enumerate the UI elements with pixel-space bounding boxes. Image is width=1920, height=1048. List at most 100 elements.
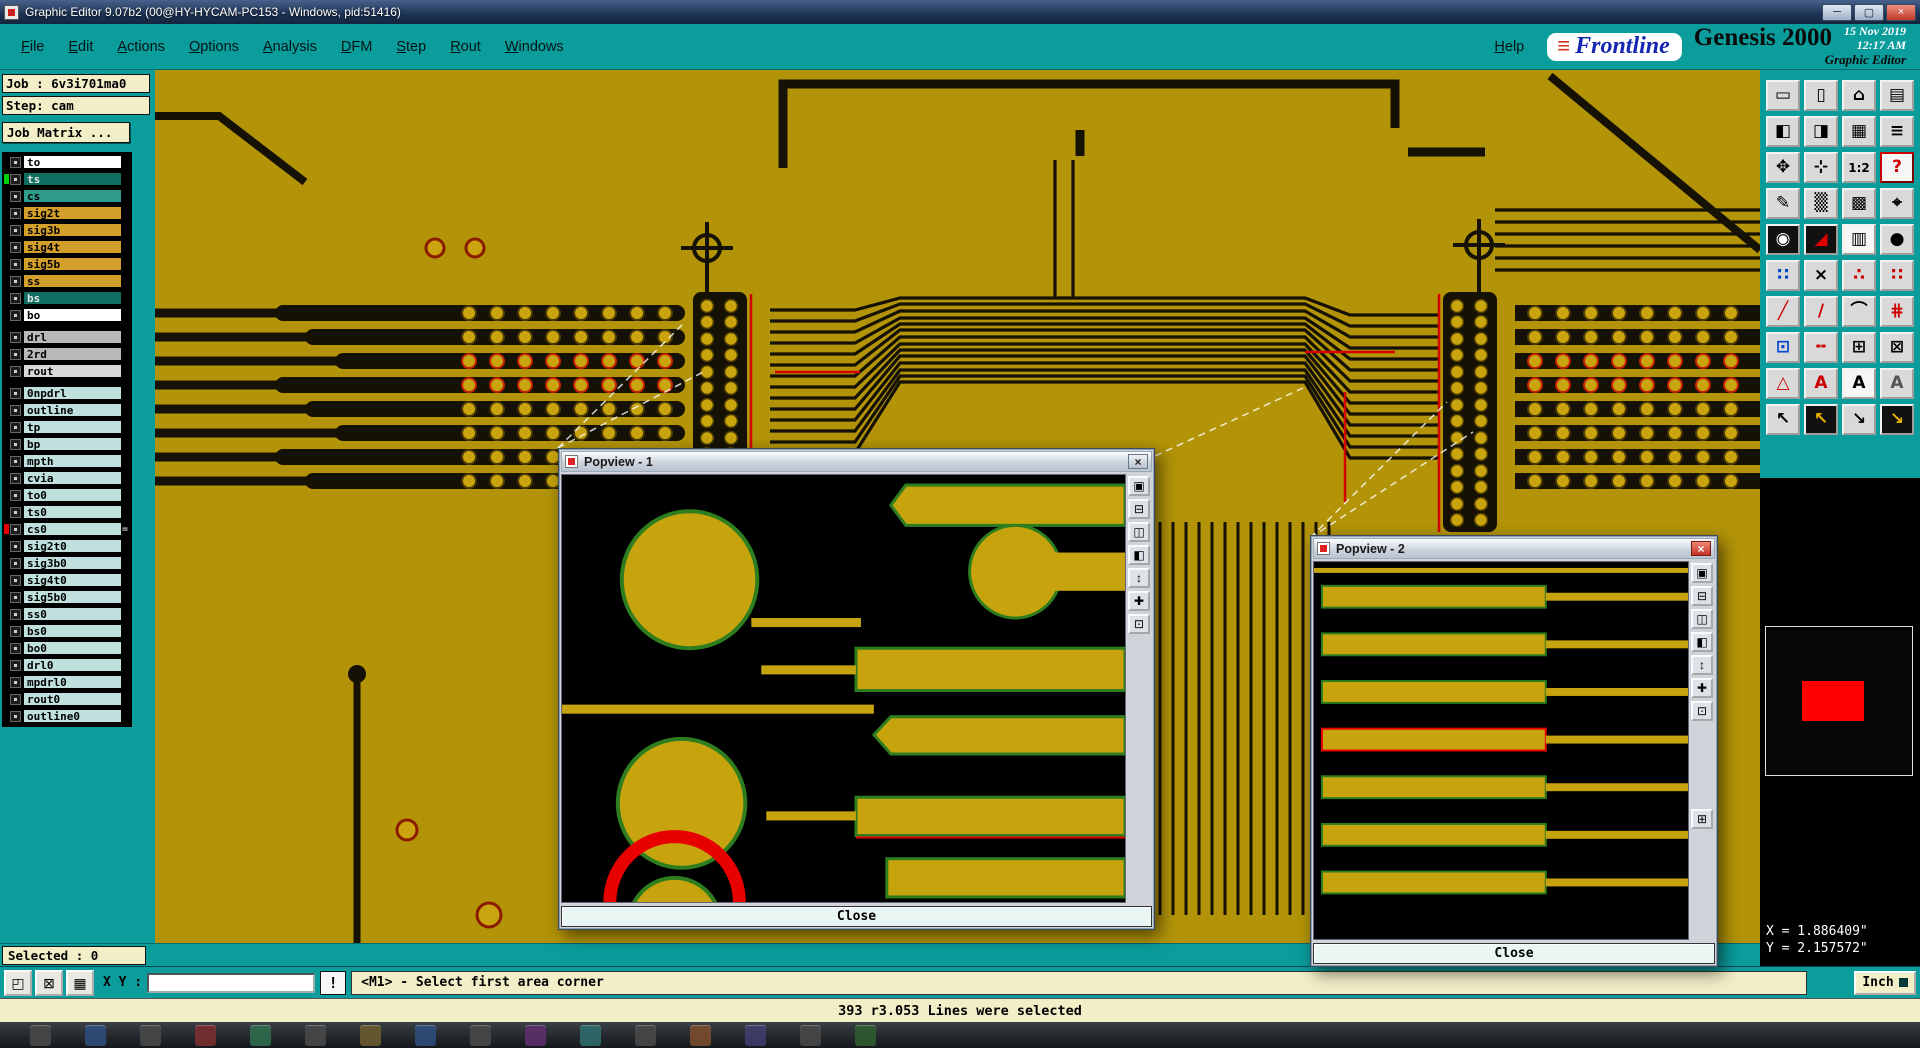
layer-row[interactable]: outline xyxy=(4,402,130,418)
menu-item[interactable]: Options xyxy=(178,35,250,59)
toolbar-icon-button[interactable]: ▩ xyxy=(1842,188,1876,219)
menu-item[interactable]: File xyxy=(10,35,55,59)
toolbar-icon-button[interactable]: A xyxy=(1880,368,1914,399)
layer-name[interactable]: tp xyxy=(23,420,122,434)
layer-visibility-checkbox[interactable] xyxy=(10,523,21,535)
layer-visibility-checkbox[interactable] xyxy=(10,506,21,518)
layer-name[interactable]: mpdrl0 xyxy=(23,675,122,689)
taskbar-app-icon[interactable] xyxy=(800,1025,821,1046)
toolbar-icon-button[interactable]: △ xyxy=(1766,368,1800,399)
toolbar-icon-button[interactable]: ⌂ xyxy=(1842,80,1876,111)
windows-taskbar[interactable] xyxy=(0,1022,1920,1048)
popview1-viewport[interactable] xyxy=(561,474,1126,903)
alert-button[interactable]: ! xyxy=(320,970,347,995)
toolbar-icon-button[interactable]: ∕ xyxy=(1804,296,1838,327)
layer-visibility-checkbox[interactable] xyxy=(10,608,21,620)
popview-tool-button[interactable]: ⊞ xyxy=(1691,809,1713,829)
layer-visibility-checkbox[interactable] xyxy=(10,190,21,202)
layer-row[interactable]: bo xyxy=(4,307,130,323)
taskbar-app-icon[interactable] xyxy=(470,1025,491,1046)
layer-row[interactable]: ss0 xyxy=(4,606,130,622)
taskbar-app-icon[interactable] xyxy=(525,1025,546,1046)
layer-row[interactable]: sig2t0 xyxy=(4,538,130,554)
toolbar-icon-button[interactable]: ▭ xyxy=(1766,80,1800,111)
layer-row[interactable]: cs xyxy=(4,188,130,204)
toolbar-icon-button[interactable]: ✥ xyxy=(1766,152,1800,183)
toolbar-icon-button[interactable]: ⋕ xyxy=(1880,296,1914,327)
layer-name[interactable]: bp xyxy=(23,437,122,451)
layer-row[interactable]: to0 xyxy=(4,487,130,503)
popview1-titlebar[interactable]: Popview - 1 × xyxy=(561,451,1152,472)
menu-item[interactable]: Edit xyxy=(57,35,104,59)
close-button[interactable]: × xyxy=(1886,3,1916,21)
toolbar-icon-button[interactable]: A xyxy=(1804,368,1838,399)
toolbar-icon-button[interactable]: ╱ xyxy=(1766,296,1800,327)
layer-name[interactable]: cvia xyxy=(23,471,122,485)
layer-name[interactable]: ts0 xyxy=(23,505,122,519)
layer-name[interactable]: ss xyxy=(23,274,122,288)
window-titlebar[interactable]: Graphic Editor 9.07b2 (00@HY-HYCAM-PC153… xyxy=(0,0,1920,24)
taskbar-app-icon[interactable] xyxy=(360,1025,381,1046)
layer-row[interactable]: tp xyxy=(4,419,130,435)
navigator-viewport-rect[interactable] xyxy=(1802,681,1864,721)
layer-visibility-checkbox[interactable] xyxy=(10,156,21,168)
layer-visibility-checkbox[interactable] xyxy=(10,365,21,377)
toolbar-icon-button[interactable]: ● xyxy=(1880,224,1914,255)
layer-visibility-checkbox[interactable] xyxy=(10,625,21,637)
layer-visibility-checkbox[interactable] xyxy=(10,489,21,501)
layer-row[interactable]: mpth xyxy=(4,453,130,469)
layer-row[interactable]: sig3b0 xyxy=(4,555,130,571)
toolbar-icon-button[interactable]: ▦ xyxy=(1842,116,1876,147)
navigator-panel[interactable] xyxy=(1765,626,1913,776)
toolbar-icon-button[interactable]: ▯ xyxy=(1804,80,1838,111)
popview-tool-button[interactable]: ⊟ xyxy=(1128,499,1150,519)
taskbar-app-icon[interactable] xyxy=(580,1025,601,1046)
layer-row[interactable]: sig5b xyxy=(4,256,130,272)
toolbar-icon-button[interactable]: ⌒ xyxy=(1842,296,1876,327)
toolbar-icon-button[interactable]: ∷ xyxy=(1880,260,1914,291)
status-tool-button[interactable]: ⊠ xyxy=(35,969,63,996)
layer-name[interactable]: drl xyxy=(23,330,122,344)
toolbar-icon-button[interactable]: ╍ xyxy=(1804,332,1838,363)
layer-visibility-checkbox[interactable] xyxy=(10,404,21,416)
popview-tool-button[interactable]: ⊡ xyxy=(1128,614,1150,634)
popview-tool-button[interactable]: ◫ xyxy=(1128,522,1150,542)
layer-row[interactable]: 2rd xyxy=(4,346,130,362)
layer-row[interactable]: bp xyxy=(4,436,130,452)
toolbar-icon-button[interactable]: ◢ xyxy=(1804,224,1838,255)
popview2-close-button[interactable]: Close xyxy=(1313,943,1715,964)
toolbar-icon-button[interactable]: ▒ xyxy=(1804,188,1838,219)
toolbar-icon-button[interactable]: ↘ xyxy=(1880,404,1914,435)
job-matrix-button[interactable]: Job Matrix ... xyxy=(2,122,130,143)
menu-item[interactable]: Rout xyxy=(439,35,492,59)
layer-name[interactable]: outline xyxy=(23,403,122,417)
toolbar-icon-button[interactable]: ⊞ xyxy=(1842,332,1876,363)
layer-name[interactable]: mpth xyxy=(23,454,122,468)
popview-tool-button[interactable]: ↕ xyxy=(1128,568,1150,588)
layer-visibility-checkbox[interactable] xyxy=(10,676,21,688)
layer-row[interactable]: to xyxy=(4,154,130,170)
layer-name[interactable]: to xyxy=(23,155,122,169)
popview-tool-button[interactable]: ▣ xyxy=(1691,563,1713,583)
layer-visibility-checkbox[interactable] xyxy=(10,540,21,552)
layer-visibility-checkbox[interactable] xyxy=(10,331,21,343)
taskbar-app-icon[interactable] xyxy=(855,1025,876,1046)
layer-visibility-checkbox[interactable] xyxy=(10,659,21,671)
menu-help[interactable]: Help xyxy=(1483,35,1535,59)
layer-visibility-checkbox[interactable] xyxy=(10,642,21,654)
layer-visibility-checkbox[interactable] xyxy=(10,455,21,467)
layer-visibility-checkbox[interactable] xyxy=(10,224,21,236)
popview-window-1[interactable]: Popview - 1 × ▣ ⊟ ◫ ◧ ↕ ✚ ⊡ Close xyxy=(558,448,1155,930)
popview2-titlebar[interactable]: Popview - 2 × xyxy=(1313,538,1715,559)
layer-name[interactable]: sig4t0 xyxy=(23,573,122,587)
layer-visibility-checkbox[interactable] xyxy=(10,557,21,569)
layer-name[interactable]: 0npdrl xyxy=(23,386,122,400)
popview-tool-button[interactable]: ↕ xyxy=(1691,655,1713,675)
layer-visibility-checkbox[interactable] xyxy=(10,275,21,287)
layer-row[interactable]: bs xyxy=(4,290,130,306)
toolbar-icon-button[interactable]: × xyxy=(1804,260,1838,291)
layer-row[interactable]: rout0 xyxy=(4,691,130,707)
layer-row[interactable]: cs0 = xyxy=(4,521,130,537)
layer-row[interactable]: bs0 xyxy=(4,623,130,639)
popview-tool-button[interactable]: ✚ xyxy=(1128,591,1150,611)
